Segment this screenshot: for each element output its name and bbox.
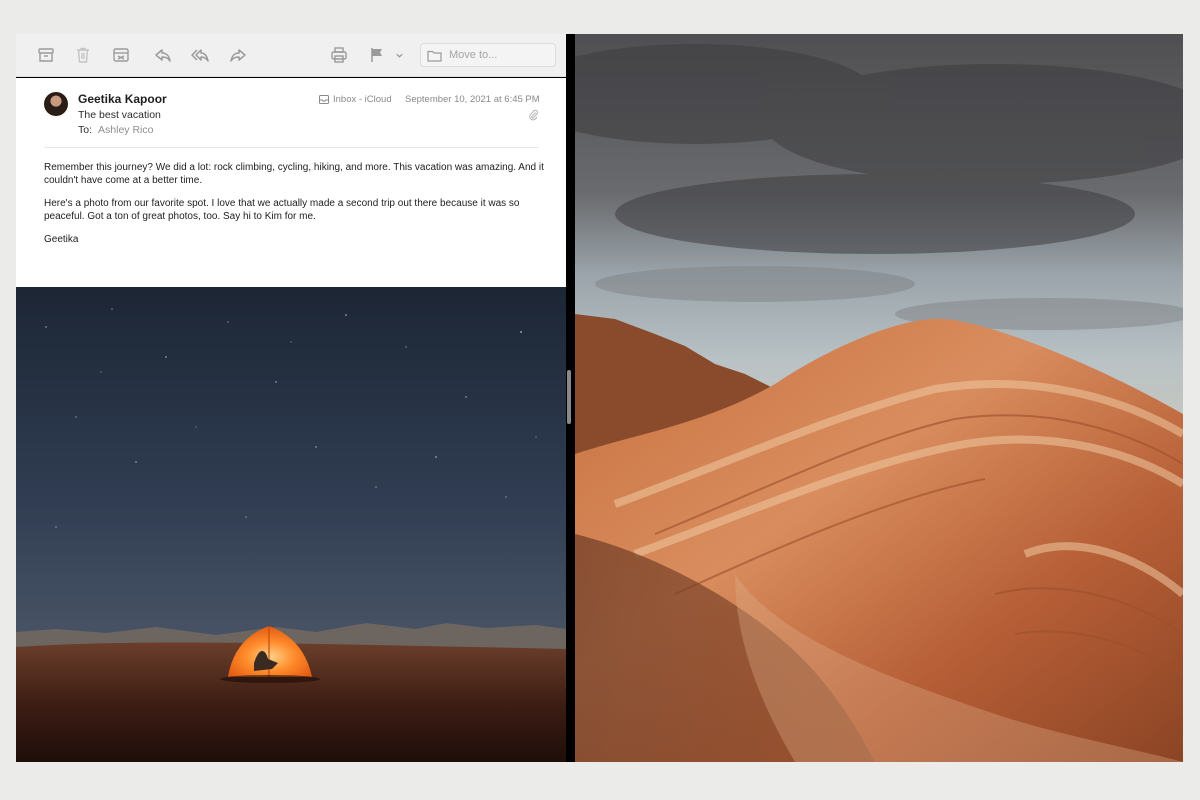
archive-button[interactable] xyxy=(35,45,57,65)
junk-button[interactable] xyxy=(110,45,132,65)
flag-menu-button[interactable] xyxy=(392,45,406,65)
attachment-icon[interactable] xyxy=(529,109,538,121)
mailbox-name: Inbox - iCloud xyxy=(333,94,392,105)
to-label: To: xyxy=(78,124,93,136)
move-to-field[interactable]: Move to... xyxy=(420,43,556,67)
reply-button[interactable] xyxy=(152,45,174,65)
mailbox-label: Inbox - iCloud xyxy=(319,94,392,105)
chevron-down-icon xyxy=(395,53,403,58)
junk-icon xyxy=(113,48,129,62)
sandstone-photo xyxy=(575,34,1183,762)
flag-button[interactable] xyxy=(366,45,388,65)
recipient-name[interactable]: Ashley Rico xyxy=(98,124,153,136)
message-date: September 10, 2021 at 6:45 PM xyxy=(405,94,540,105)
split-view-divider-handle[interactable] xyxy=(567,370,571,424)
reply-all-icon xyxy=(191,49,209,62)
print-button[interactable] xyxy=(328,45,350,65)
forward-button[interactable] xyxy=(227,45,249,65)
message-view: Geetika Kapoor The best vacation To: Ash… xyxy=(16,78,566,287)
avatar[interactable] xyxy=(44,92,68,116)
subject-line: The best vacation xyxy=(78,109,161,121)
inbox-icon xyxy=(319,95,329,104)
move-to-placeholder: Move to... xyxy=(449,49,498,61)
folder-icon xyxy=(427,50,442,62)
photo-pane[interactable] xyxy=(575,34,1183,762)
trash-icon xyxy=(77,47,89,63)
body-paragraph: Remember this journey? We did a lot: roc… xyxy=(44,162,544,186)
mail-pane: Move to... Geetika Kapoor The best vacat… xyxy=(16,34,566,762)
delete-button[interactable] xyxy=(72,45,94,65)
body-paragraph: Here's a photo from our favorite spot. I… xyxy=(44,198,520,222)
flag-icon xyxy=(371,48,382,62)
print-icon xyxy=(331,47,347,63)
split-view-window: Move to... Geetika Kapoor The best vacat… xyxy=(16,34,1183,762)
header-divider xyxy=(44,147,538,148)
message-body: Remember this journey? We did a lot: roc… xyxy=(44,161,544,256)
reply-all-button[interactable] xyxy=(189,45,211,65)
sender-name: Geetika Kapoor xyxy=(78,92,167,106)
camping-night-photo[interactable] xyxy=(16,287,566,762)
reply-icon xyxy=(155,49,171,62)
mail-toolbar: Move to... xyxy=(16,34,566,77)
archive-icon xyxy=(38,48,54,62)
signature: Geetika xyxy=(44,234,79,245)
recipient-line: To: Ashley Rico xyxy=(78,124,153,136)
forward-icon xyxy=(230,49,246,62)
